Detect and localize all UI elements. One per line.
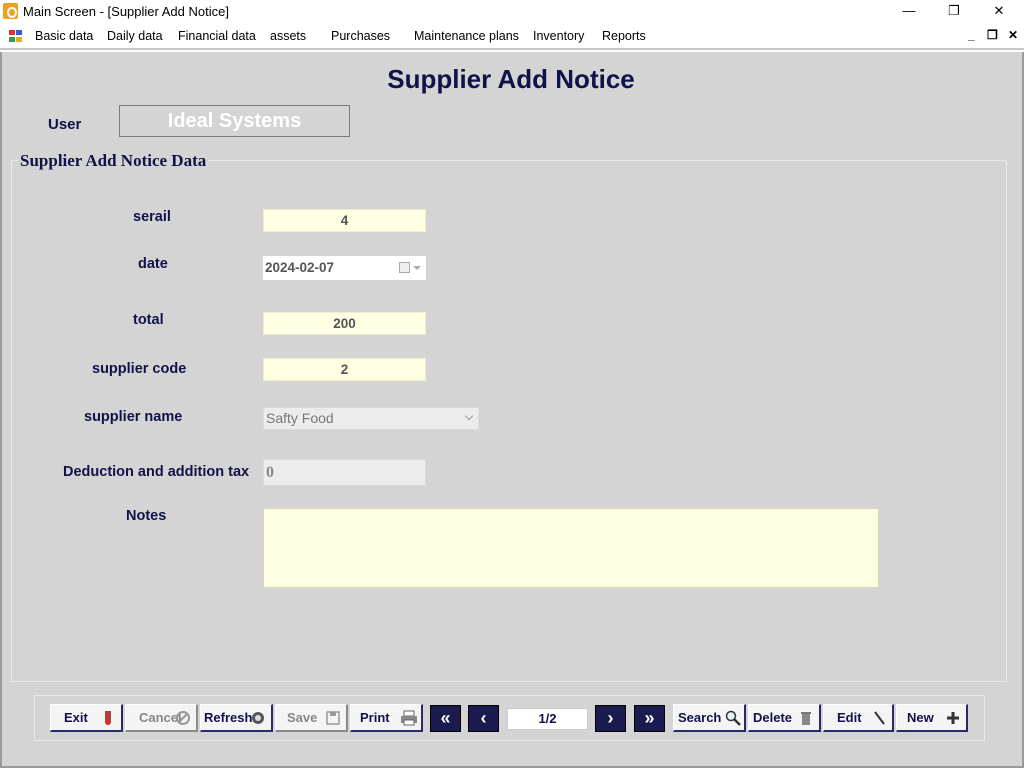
tax-label: Deduction and addition tax — [63, 464, 250, 480]
print-button[interactable]: Print — [350, 704, 423, 732]
save-button[interactable]: Save — [275, 704, 348, 732]
refresh-label: Refresh — [204, 710, 253, 725]
edit-button[interactable]: Edit — [823, 704, 894, 732]
supplier-add-notice-form: Supplier Add Notice User Ideal Systems S… — [0, 52, 1024, 768]
restore-button[interactable]: ❐ — [931, 0, 977, 24]
app-menu-icon[interactable] — [9, 30, 23, 43]
exit-button[interactable]: Exit — [50, 704, 123, 732]
save-icon — [326, 711, 340, 725]
serail-label: serail — [133, 209, 171, 225]
new-label: New — [907, 710, 934, 725]
exit-icon — [105, 711, 111, 725]
supplier-name-select[interactable]: Safty Food — [263, 407, 479, 430]
new-button[interactable]: New — [896, 704, 968, 732]
previous-record-button[interactable]: ‹ — [468, 705, 499, 732]
notes-label: Notes — [126, 508, 167, 524]
next-record-button[interactable]: › — [595, 705, 626, 732]
page-title: Supplier Add Notice — [387, 64, 635, 94]
pencil-icon — [874, 711, 885, 725]
chevron-down-icon[interactable] — [464, 411, 474, 421]
serail-field[interactable]: 4 — [263, 209, 426, 232]
menu-financial-data[interactable]: Financial data — [178, 29, 256, 43]
menu-reports[interactable]: Reports — [602, 29, 646, 43]
menu-bar: Basic data Daily data Financial data ass… — [0, 24, 1024, 50]
user-value: Ideal Systems — [119, 105, 350, 137]
last-record-button[interactable]: » — [634, 705, 665, 732]
record-pager: 1/2 — [507, 708, 588, 730]
total-label: total — [133, 312, 164, 328]
first-record-button[interactable]: « — [430, 705, 461, 732]
chevron-down-icon[interactable] — [413, 266, 421, 270]
menu-purchases[interactable]: Purchases — [331, 29, 390, 43]
notes-textarea[interactable] — [263, 508, 879, 588]
calendar-icon[interactable] — [399, 262, 410, 273]
print-label: Print — [360, 710, 390, 725]
search-label: Search — [678, 710, 722, 725]
supplier-code-field[interactable]: 2 — [263, 358, 426, 381]
plus-icon — [947, 712, 959, 724]
delete-button[interactable]: Delete — [748, 704, 821, 732]
tax-field[interactable]: 0 — [263, 459, 426, 486]
supplier-name-value: Safty Food — [266, 410, 334, 426]
edit-label: Edit — [837, 710, 862, 725]
menu-maintenance-plans[interactable]: Maintenance plans — [414, 29, 519, 43]
mdi-minimize-button[interactable]: _ — [968, 28, 975, 42]
refresh-icon — [252, 712, 264, 724]
supplier-name-label: supplier name — [84, 409, 183, 425]
cancel-icon — [176, 711, 190, 725]
mdi-restore-button[interactable]: ❐ — [987, 28, 998, 42]
date-picker[interactable]: 2024-02-07 — [263, 256, 426, 280]
total-field[interactable]: 200 — [263, 312, 426, 335]
exit-label: Exit — [64, 710, 88, 725]
user-label: User — [48, 116, 82, 133]
title-bar: Main Screen - [Supplier Add Notice] — ❐ … — [0, 0, 1024, 24]
minimize-button[interactable]: — — [886, 0, 932, 24]
group-title: Supplier Add Notice Data — [18, 151, 209, 171]
printer-icon — [401, 710, 417, 726]
magnifier-icon — [725, 710, 741, 726]
date-label: date — [138, 256, 168, 272]
menu-daily-data[interactable]: Daily data — [107, 29, 163, 43]
app-logo-icon — [3, 3, 18, 19]
cancel-button[interactable]: Cancel — [125, 704, 198, 732]
window-title: Main Screen - [Supplier Add Notice] — [23, 4, 229, 19]
mdi-close-button[interactable]: ✕ — [1008, 28, 1018, 42]
date-value: 2024-02-07 — [265, 260, 335, 275]
menu-inventory[interactable]: Inventory — [533, 29, 584, 43]
search-button[interactable]: Search — [673, 704, 746, 732]
menu-basic-data[interactable]: Basic data — [35, 29, 93, 43]
refresh-button[interactable]: Refresh — [200, 704, 273, 732]
delete-label: Delete — [753, 710, 793, 725]
supplier-code-label: supplier code — [92, 361, 187, 377]
close-button[interactable]: ✕ — [976, 0, 1022, 24]
trash-icon — [801, 712, 811, 725]
save-label: Save — [287, 710, 318, 725]
menu-assets[interactable]: assets — [270, 29, 306, 43]
